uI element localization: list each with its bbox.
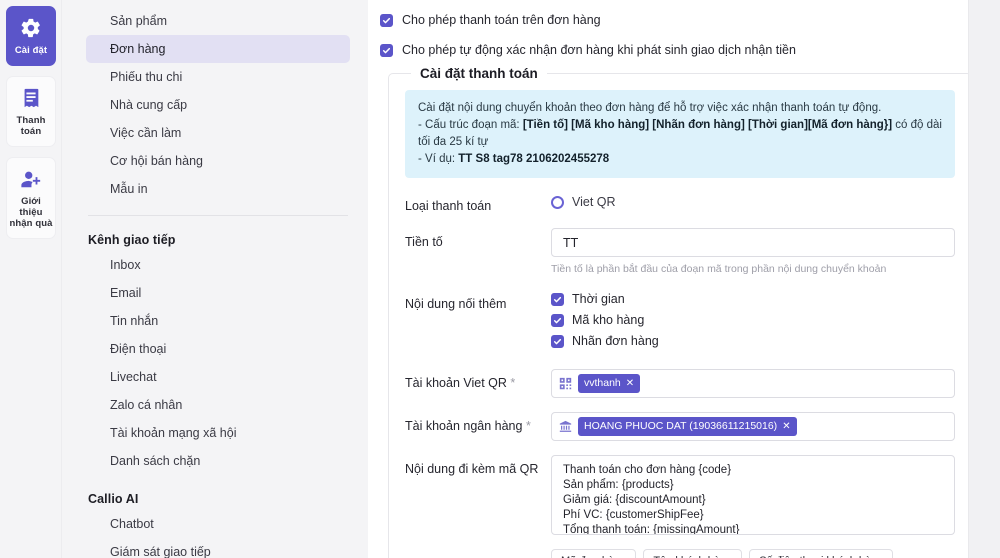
- info-example: TT S8 tag78 2106202455278: [458, 153, 610, 165]
- var-button-ten-khach-hang[interactable]: Tên khách hàng: [643, 549, 743, 558]
- field-label: Tài khoản ngân hàng *: [405, 412, 551, 434]
- rail-item-thanh-toan[interactable]: Thanh toán: [6, 76, 56, 147]
- info-line-3-prefix: - Ví dụ:: [418, 153, 459, 165]
- field-append-content: Nội dung nối thêm Thời gian Mã kho hàng …: [405, 290, 955, 355]
- qr-content-textarea[interactable]: Thanh toán cho đơn hàng {code} Sản phẩm:…: [551, 455, 955, 535]
- radio-option-vietqr[interactable]: Viet QR: [551, 192, 955, 209]
- radio-label: Viet QR: [572, 195, 616, 209]
- field-vietqr-account: Tài khoản Viet QR * vvthanh ✕: [405, 369, 955, 398]
- rail-item-label: Cài đặt: [14, 45, 48, 56]
- receipt-icon: [20, 87, 42, 109]
- tag-chip[interactable]: vvthanh ✕: [578, 374, 641, 393]
- nav-item-chatbot[interactable]: Chatbot: [86, 510, 350, 538]
- info-line-3: - Ví dụ: TT S8 tag78 2106202455278: [418, 151, 942, 168]
- nav-item-nha-cung-cap[interactable]: Nhà cung cấp: [86, 91, 350, 119]
- nav-item-danh-sach-chan[interactable]: Danh sách chặn: [86, 447, 350, 475]
- tag-label: vvthanh: [584, 377, 621, 389]
- var-button-ma-don-hang[interactable]: Mã đơn hàng: [551, 549, 637, 558]
- toggle-label: Cho phép tự động xác nhận đơn hàng khi p…: [402, 43, 796, 57]
- nav-item-zalo-ca-nhan[interactable]: Zalo cá nhân: [86, 391, 350, 419]
- settings-page: Cài đặt Thanh toán Giới thiệu nhận quà S…: [0, 0, 1000, 558]
- required-mark: *: [510, 376, 516, 390]
- bank-icon: [559, 420, 572, 433]
- append-option-label: Mã kho hàng: [572, 313, 645, 327]
- nav-divider: [88, 215, 348, 216]
- page-scrollbar[interactable]: [968, 0, 1000, 558]
- qr-icon: [559, 377, 572, 390]
- append-option-label: Nhãn đơn hàng: [572, 334, 659, 348]
- vietqr-account-select[interactable]: vvthanh ✕: [551, 369, 955, 398]
- info-line-2-prefix: - Cấu trúc đoạn mã:: [418, 119, 523, 131]
- toggle-allow-payment-on-order[interactable]: Cho phép thanh toán trên đơn hàng: [378, 8, 972, 33]
- field-qr-content: Nội dung đi kèm mã QR Thanh toán cho đơn…: [405, 455, 955, 558]
- field-label: Nội dung nối thêm: [405, 297, 507, 311]
- nav-item-email[interactable]: Email: [86, 279, 350, 307]
- toggle-label: Cho phép thanh toán trên đơn hàng: [402, 13, 601, 27]
- nav-item-tin-nhan[interactable]: Tin nhắn: [86, 307, 350, 335]
- checkbox-checked-icon[interactable]: [380, 14, 393, 27]
- nav-item-dien-thoai[interactable]: Điện thoại: [86, 335, 350, 363]
- nav-item-san-pham[interactable]: Sản phẩm: [86, 7, 350, 35]
- variable-button-group: Mã đơn hàng Tên khách hàng Số điện thoại…: [551, 549, 955, 558]
- nav-group-callio-ai: Callio AI: [88, 492, 139, 506]
- tag-remove-icon[interactable]: ✕: [626, 377, 634, 390]
- required-mark: *: [525, 419, 531, 433]
- radio-selected-icon[interactable]: [551, 195, 564, 209]
- nav-item-phieu-thu-chi[interactable]: Phiếu thu chi: [86, 63, 350, 91]
- info-banner: Cài đặt nội dung chuyển khoản theo đơn h…: [405, 90, 955, 178]
- payment-settings-pane: Cho phép thanh toán trên đơn hàng Cho ph…: [368, 0, 1000, 558]
- rail-item-label: Giới thiệu nhận quà: [9, 196, 53, 229]
- info-code-structure: [Tiền tố] [Mã kho hàng] [Nhãn đơn hàng] …: [522, 119, 893, 131]
- nav-item-livechat[interactable]: Livechat: [86, 363, 350, 391]
- var-button-so-dien-thoai-khach-hang[interactable]: Số điện thoại khách hàng: [749, 549, 894, 558]
- user-plus-icon: [20, 168, 42, 190]
- checkbox-checked-icon[interactable]: [551, 314, 564, 327]
- append-option-thoi-gian[interactable]: Thời gian: [551, 292, 955, 307]
- nav-item-mau-in[interactable]: Mẫu in: [86, 175, 350, 203]
- field-payment-type: Loại thanh toán Viet QR: [405, 192, 955, 214]
- icon-rail: Cài đặt Thanh toán Giới thiệu nhận quà: [0, 0, 62, 558]
- rail-item-gioi-thieu-nhan-qua[interactable]: Giới thiệu nhận quà: [6, 157, 56, 239]
- field-prefix: Tiền tố Tiền tố là phần bắt đầu của đoạn…: [405, 228, 955, 276]
- settings-nav: Sản phẩm Đơn hàng Phiếu thu chi Nhà cung…: [62, 0, 368, 558]
- field-label: Tiền tố: [405, 235, 443, 249]
- nav-group-kenh-giao-tiep: Kênh giao tiếp: [88, 233, 176, 247]
- field-label-text: Tài khoản ngân hàng: [405, 419, 523, 433]
- prefix-input[interactable]: [551, 228, 955, 257]
- bank-account-select[interactable]: HOANG PHUOC DAT (19036611215016) ✕: [551, 412, 955, 441]
- section-title: Cài đặt thanh toán: [411, 66, 547, 81]
- toggle-auto-confirm-order[interactable]: Cho phép tự động xác nhận đơn hàng khi p…: [378, 38, 972, 63]
- field-label: Nội dung đi kèm mã QR: [405, 462, 539, 476]
- nav-item-viec-can-lam[interactable]: Việc cần làm: [86, 119, 350, 147]
- field-bank-account: Tài khoản ngân hàng * HOANG PHUOC DAT (1…: [405, 412, 955, 441]
- gear-icon: [20, 17, 42, 39]
- nav-item-don-hang[interactable]: Đơn hàng: [86, 35, 350, 63]
- nav-item-co-hoi-ban-hang[interactable]: Cơ hội bán hàng: [86, 147, 350, 175]
- info-line-2: - Cấu trúc đoạn mã: [Tiền tố] [Mã kho hà…: [418, 117, 942, 151]
- nav-item-giam-sat-giao-tiep[interactable]: Giám sát giao tiếp: [86, 538, 350, 558]
- nav-item-tai-khoan-mang-xa-hoi[interactable]: Tài khoản mạng xã hội: [86, 419, 350, 447]
- rail-item-cai-dat[interactable]: Cài đặt: [6, 6, 56, 66]
- checkbox-checked-icon[interactable]: [551, 335, 564, 348]
- tag-remove-icon[interactable]: ✕: [782, 420, 790, 433]
- rail-item-label: Thanh toán: [16, 115, 46, 137]
- field-label: Tài khoản Viet QR *: [405, 369, 551, 391]
- prefix-hint: Tiền tố là phần bắt đầu của đoạn mã tron…: [551, 263, 887, 275]
- append-option-nhan-don-hang[interactable]: Nhãn đơn hàng: [551, 334, 955, 349]
- checkbox-checked-icon[interactable]: [380, 44, 393, 57]
- field-label: Loại thanh toán: [405, 199, 492, 213]
- append-option-label: Thời gian: [572, 292, 625, 306]
- tag-label: HOANG PHUOC DAT (19036611215016): [584, 420, 778, 432]
- append-option-ma-kho-hang[interactable]: Mã kho hàng: [551, 313, 955, 328]
- checkbox-checked-icon[interactable]: [551, 293, 564, 306]
- nav-item-inbox[interactable]: Inbox: [86, 251, 350, 279]
- tag-chip[interactable]: HOANG PHUOC DAT (19036611215016) ✕: [578, 417, 797, 436]
- field-label-text: Tài khoản Viet QR: [405, 376, 507, 390]
- payment-settings-fieldset: Cài đặt thanh toán Cài đặt nội dung chuy…: [388, 66, 972, 558]
- info-line-1: Cài đặt nội dung chuyển khoản theo đơn h…: [418, 102, 882, 114]
